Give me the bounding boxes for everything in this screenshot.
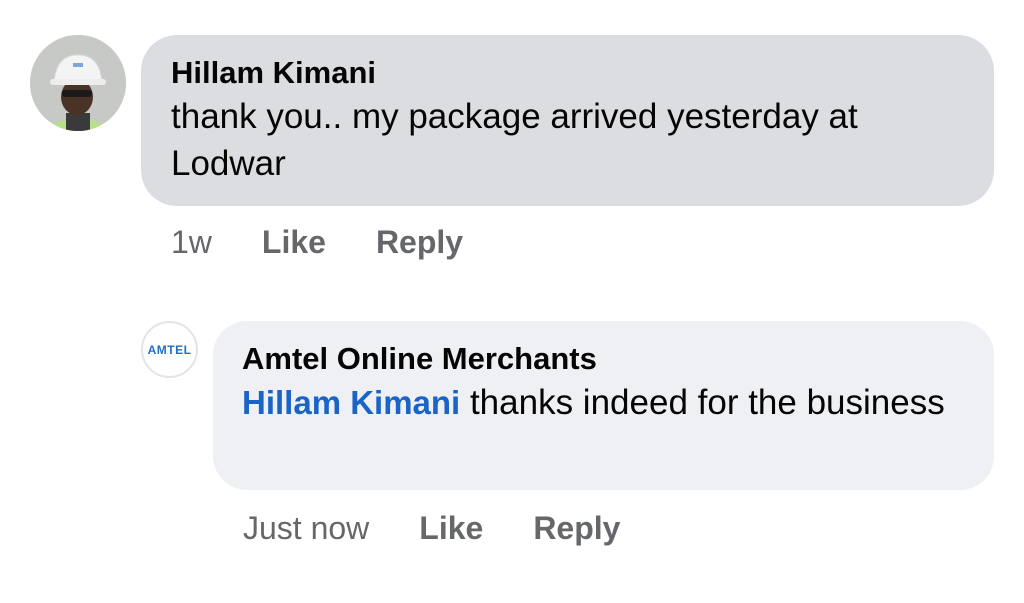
comment-author[interactable]: Amtel Online Merchants (242, 339, 965, 379)
avatar[interactable] (30, 35, 126, 131)
avatar[interactable]: AMTEL (141, 321, 198, 378)
mention-link[interactable]: Hillam Kimani (242, 384, 460, 421)
amtel-logo: AMTEL (147, 342, 192, 357)
comment-bubble: Hillam Kimani thank you.. my package arr… (141, 35, 994, 206)
comment-actions: 1w Like Reply (171, 222, 463, 262)
comment-text: Hillam Kimani thanks indeed for the busi… (242, 379, 965, 426)
comment-timestamp[interactable]: 1w (171, 224, 212, 261)
comment-author[interactable]: Hillam Kimani (171, 53, 964, 93)
user-photo-icon (30, 35, 126, 131)
comment-timestamp[interactable]: Just now (243, 510, 369, 547)
reply-button[interactable]: Reply (533, 510, 620, 547)
reply-button[interactable]: Reply (376, 224, 463, 261)
like-button[interactable]: Like (419, 510, 483, 547)
like-button[interactable]: Like (262, 224, 326, 261)
comment-text: thank you.. my package arrived yesterday… (171, 97, 858, 183)
comment-actions: Just now Like Reply (243, 508, 620, 548)
comment-thread: Hillam Kimani thank you.. my package arr… (0, 0, 1024, 603)
comment-text-body: thanks indeed for the business (460, 383, 945, 422)
reply-bubble: Amtel Online Merchants Hillam Kimani tha… (213, 321, 994, 490)
